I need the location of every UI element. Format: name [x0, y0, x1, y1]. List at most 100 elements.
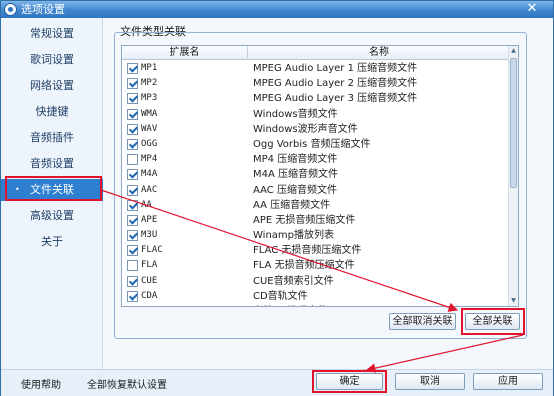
checkbox-icon[interactable] [127, 275, 138, 287]
sidebar-item-label: 音频插件 [30, 131, 74, 144]
checkbox-icon[interactable] [127, 199, 138, 211]
list-row[interactable]: M3U Winamp播放列表 [122, 228, 510, 243]
sidebar-item-label: 高级设置 [30, 209, 74, 222]
help-link[interactable]: 使用帮助 [21, 376, 61, 391]
highlight-box [312, 370, 387, 393]
checkbox-icon[interactable] [127, 154, 138, 166]
app-icon [4, 3, 17, 16]
checkbox-icon[interactable] [127, 108, 138, 120]
sidebar-item[interactable]: 网络设置 [1, 75, 103, 97]
scroll-up-icon[interactable]: ▲ [509, 46, 518, 56]
list-row[interactable]: WAV Windows波形声音文件 [122, 122, 510, 137]
row-name: Windows波形声音文件 [253, 123, 358, 135]
sidebar-item[interactable]: 音频插件 [1, 127, 103, 149]
list-row[interactable]: M4A M4A 压缩音频文件 [122, 167, 510, 182]
vertical-scrollbar[interactable]: ▲ ▼ [508, 46, 518, 306]
row-name: MPEG Audio Layer 1 压缩音频文件 [253, 63, 418, 74]
checkbox-icon[interactable] [127, 214, 138, 226]
highlight-box [5, 176, 102, 201]
list-row[interactable]: MP1 MPEG Audio Layer 1 压缩音频文件 [122, 61, 510, 76]
row-name: MPEG Audio Layer 3 压缩音频文件 [253, 93, 418, 105]
checkbox-icon[interactable] [127, 290, 138, 302]
row-name: FLAC 无损音频压缩文件 [253, 245, 362, 257]
checkbox-icon[interactable] [127, 184, 138, 196]
row-name: M4A 压缩音频文件 [253, 169, 339, 181]
list-row[interactable]: CDA CD音轨文件 [122, 289, 510, 304]
row-extension: CUE [141, 275, 158, 286]
list-row[interactable]: AA AA 压缩音频文件 [122, 198, 510, 213]
row-extension: M3U [141, 230, 158, 241]
sidebar-item[interactable]: 常规设置 [1, 23, 103, 45]
checkbox-icon[interactable] [127, 230, 138, 242]
column-header-name[interactable]: 名称 [248, 46, 510, 60]
row-extension: MP2 [141, 78, 158, 89]
row-name: CUE音频索引文件 [253, 275, 334, 287]
options-window: 选项设置 ✕ 常规设置 歌词设置 网络设置 快捷键 音频插件 音频设置 • 文件关联 高级设置关… [0, 0, 554, 396]
row-extension: MP3 [141, 93, 158, 104]
title-bar: 选项设置 ✕ [1, 1, 553, 18]
sidebar-item-label: 关于 [41, 235, 63, 248]
row-extension: MP4 [141, 154, 158, 165]
window-title: 选项设置 [21, 3, 65, 16]
row-name: CD音轨文件 [253, 290, 308, 302]
row-extension: WMA [141, 108, 158, 119]
sidebar-item-label: 歌词设置 [30, 53, 74, 66]
checkbox-icon[interactable] [127, 78, 138, 90]
sidebar-item[interactable]: 歌词设置 [1, 49, 103, 71]
restore-defaults-link[interactable]: 全部恢复默认设置 [87, 376, 167, 391]
checkbox-icon[interactable] [127, 260, 138, 272]
row-extension: KRC [141, 304, 157, 306]
footer-bar [1, 369, 553, 396]
row-name: MPEG Audio Layer 2 压缩音频文件 [253, 78, 418, 90]
row-name: AA 压缩音频文件 [253, 199, 331, 211]
scroll-down-icon[interactable]: ▼ [509, 296, 518, 306]
clear-all-associations-button[interactable]: 全部取消关联 [389, 313, 456, 330]
row-name: Ogg Vorbis 音频压缩文件 [253, 138, 371, 150]
list-row[interactable]: APE APE 无损音频压缩文件 [122, 213, 510, 228]
row-extension: M4A [141, 169, 158, 180]
list-row[interactable]: FLAC FLAC 无损音频压缩文件 [122, 243, 510, 258]
row-name: 卡拉OK歌词文件 [253, 304, 327, 306]
checkbox-icon[interactable] [127, 93, 138, 105]
checkbox-icon[interactable] [127, 138, 138, 150]
sidebar-item-label: 常规设置 [30, 27, 74, 40]
sidebar-item[interactable]: 高级设置 [1, 205, 103, 227]
list-row[interactable]: CUE CUE音频索引文件 [122, 274, 510, 289]
arrow-to-ok [365, 334, 524, 373]
checkbox-icon[interactable] [127, 123, 138, 135]
sidebar-item[interactable]: 音频设置 [1, 153, 103, 175]
list-row[interactable]: FLA FLA 无损音频压缩文件 [122, 258, 510, 273]
checkbox-icon[interactable] [127, 169, 138, 181]
cancel-button[interactable]: 取消 [395, 373, 465, 390]
sidebar-item[interactable]: 快捷键 [1, 101, 103, 123]
row-extension: FLAC [141, 245, 163, 256]
column-header-ext[interactable]: 扩展名 [122, 46, 248, 60]
row-extension: AA [141, 199, 152, 210]
list-row[interactable]: WMA Windows音频文件 [122, 107, 510, 122]
list-row[interactable]: OGG Ogg Vorbis 音频压缩文件 [122, 137, 510, 152]
checkbox-icon[interactable] [127, 63, 138, 74]
row-extension: FLA [141, 260, 158, 271]
sidebar-item[interactable]: 关于 [1, 231, 103, 253]
list-row[interactable]: AAC AAC 压缩音频文件 [122, 183, 510, 198]
row-extension: WAV [141, 123, 158, 134]
row-name: FLA 无损音频压缩文件 [253, 260, 355, 272]
scroll-thumb[interactable] [510, 58, 517, 188]
list-header: 扩展名 名称 [122, 46, 510, 60]
apply-button[interactable]: 应用 [473, 373, 543, 390]
file-type-list[interactable]: 扩展名 名称 MP1 MPEG Audio Layer 1 压缩音频文件 MP2 MP… [121, 45, 519, 307]
close-icon[interactable]: ✕ [519, 2, 545, 16]
list-row[interactable]: MP3 MPEG Audio Layer 3 压缩音频文件 [122, 91, 510, 106]
row-extension: CDA [141, 290, 158, 301]
list-row[interactable]: MP4 MP4 压缩音频文件 [122, 152, 510, 167]
list-row[interactable]: MP2 MPEG Audio Layer 2 压缩音频文件 [122, 76, 510, 91]
checkbox-icon[interactable] [127, 306, 138, 307]
sidebar-item-label: 音频设置 [30, 157, 74, 170]
row-name: Winamp播放列表 [253, 230, 335, 242]
checkbox-icon[interactable] [127, 245, 138, 257]
row-name: MP4 压缩音频文件 [253, 154, 338, 166]
list-row[interactable]: KRC 卡拉OK歌词文件 [122, 304, 510, 307]
sidebar-item-label: 网络设置 [30, 79, 74, 92]
row-name: Windows音频文件 [253, 108, 338, 120]
highlight-box [461, 308, 525, 335]
